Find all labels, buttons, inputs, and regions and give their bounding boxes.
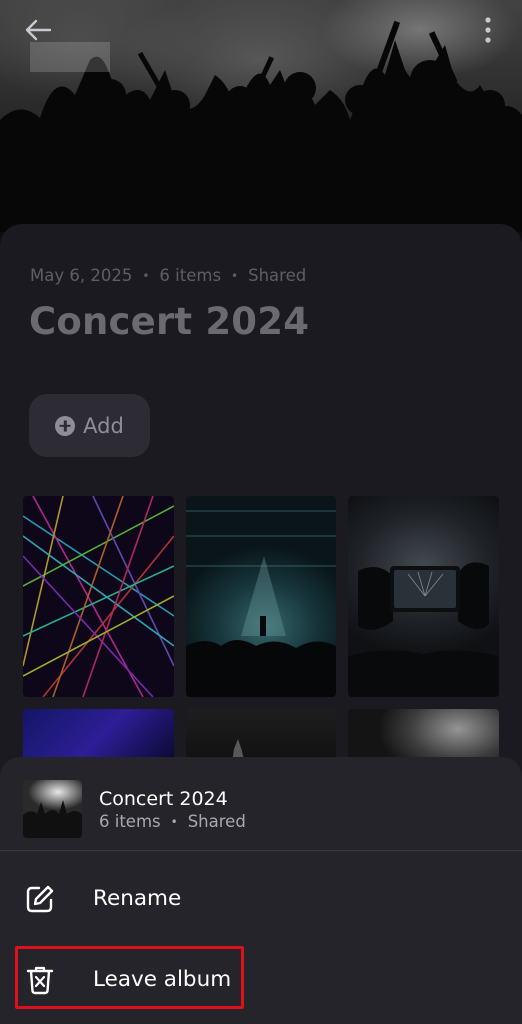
back-button[interactable] bbox=[18, 10, 58, 50]
add-button-label: Add bbox=[83, 413, 124, 438]
sheet-album-meta: 6 items • Shared bbox=[99, 812, 246, 831]
album-date: May 6, 2025 bbox=[30, 266, 133, 285]
album-meta: May 6, 2025 • 6 items • Shared bbox=[30, 266, 306, 285]
photo-thumbnail[interactable] bbox=[23, 496, 174, 697]
leave-album-menu-item[interactable]: Leave album bbox=[0, 943, 522, 1015]
album-shared-status: Shared bbox=[248, 266, 307, 285]
edit-icon bbox=[26, 885, 54, 913]
leave-album-label: Leave album bbox=[93, 967, 232, 992]
more-options-button[interactable] bbox=[476, 10, 500, 50]
plus-circle-icon bbox=[55, 415, 76, 436]
sheet-album-thumbnail bbox=[23, 780, 82, 838]
sheet-item-count: 6 items bbox=[99, 812, 161, 831]
add-button[interactable]: Add bbox=[29, 394, 150, 457]
more-vertical-icon bbox=[485, 17, 491, 43]
sheet-header: Concert 2024 6 items • Shared bbox=[0, 757, 522, 850]
photo-thumbnail[interactable] bbox=[186, 496, 336, 697]
album-cover-image bbox=[0, 0, 522, 232]
crowd-thumbnail-image bbox=[23, 800, 82, 838]
album-title: Concert 2024 bbox=[29, 300, 310, 343]
meta-separator: • bbox=[231, 268, 239, 283]
sheet-album-title: Concert 2024 bbox=[99, 788, 228, 810]
trash-x-icon bbox=[26, 966, 54, 995]
meta-separator: • bbox=[170, 814, 178, 829]
rename-menu-item[interactable]: Rename bbox=[0, 862, 522, 934]
rename-label: Rename bbox=[93, 886, 182, 911]
arrow-left-icon bbox=[25, 19, 52, 41]
album-options-sheet: Concert 2024 6 items • Shared Rename Lea… bbox=[0, 757, 522, 1024]
sheet-divider bbox=[0, 850, 522, 851]
album-item-count: 6 items bbox=[159, 266, 222, 285]
sheet-shared-status: Shared bbox=[187, 812, 246, 831]
photo-thumbnail[interactable] bbox=[348, 496, 499, 697]
meta-separator: • bbox=[142, 268, 150, 283]
